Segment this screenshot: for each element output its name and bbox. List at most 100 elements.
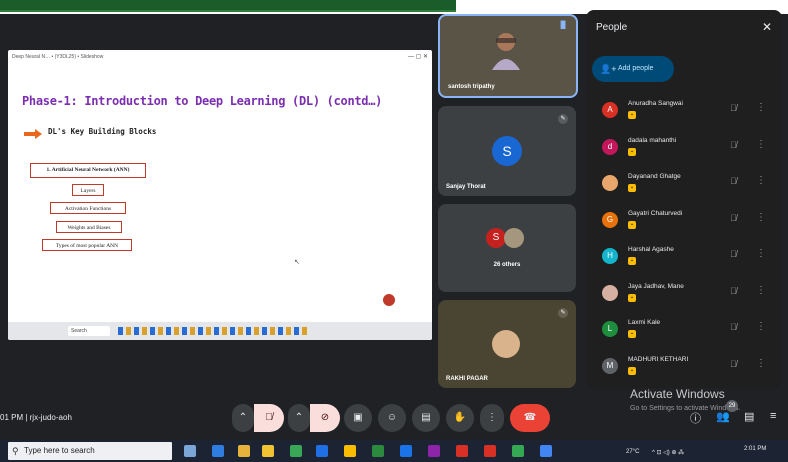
add-people-label: Add people (618, 65, 654, 72)
weights-box: Weights and Biases (56, 221, 122, 233)
chat-icon[interactable]: ▤ (744, 410, 754, 423)
participant-badge: ▪ (628, 147, 636, 156)
types-box: Types of most popular ANN (42, 239, 132, 251)
more-vert-icon[interactable]: ⋮ (756, 248, 766, 259)
avatar: H (602, 248, 618, 264)
video-tile-speaker[interactable]: ▐▌ santosh tripathy (438, 14, 578, 98)
chrome-icon[interactable] (238, 445, 250, 457)
participant-row[interactable]: d dadala mahanthi ▪ 🎙̸ ⋮ (592, 131, 776, 168)
captions-button[interactable]: ▣ (344, 404, 372, 432)
leave-call-button[interactable]: ☎ (510, 404, 550, 432)
system-tray-icons[interactable]: ^ ⊡ ◁) ⊕ ⁂ (652, 449, 684, 456)
mic-off-icon[interactable]: 🎙̸ (730, 359, 737, 369)
mic-off-icon[interactable]: 🎙̸ (730, 286, 737, 296)
participant-count-badge: 29 (726, 400, 738, 412)
participant-row[interactable]: Dayanand Ghatge ▪ 🎙̸ ⋮ (592, 167, 776, 204)
present-button[interactable]: ▤ (412, 404, 440, 432)
app-icon[interactable] (316, 445, 328, 457)
video-tile-4[interactable]: ✎ RAKHI PAGAR (438, 300, 576, 388)
camera-toggle-button[interactable]: ⊘ (310, 404, 340, 432)
task-view-icon[interactable] (184, 445, 196, 457)
edge-icon[interactable] (212, 445, 224, 457)
raise-hand-button[interactable]: ✋ (446, 404, 474, 432)
ann-box: 1. Artificial Neural Network (ANN) (30, 163, 146, 178)
app-icon[interactable] (290, 445, 302, 457)
avatar (602, 175, 618, 191)
mic-off-icon[interactable]: 🎙̸ (730, 249, 737, 259)
participant-badge: ▪ (628, 293, 636, 302)
app-icon[interactable] (484, 445, 496, 457)
taskbar-search[interactable]: ⚲ Type here to search (8, 442, 172, 460)
slide-subheading: DL's Key Building Blocks (48, 127, 157, 136)
more-vert-icon[interactable]: ⋮ (756, 212, 766, 223)
avatar (602, 284, 618, 301)
participant-name: Laxmi Kale (628, 319, 661, 326)
app-icon[interactable] (512, 445, 524, 457)
app-icon[interactable] (428, 445, 440, 457)
more-vert-icon[interactable]: ⋮ (756, 321, 766, 332)
arrow-icon (24, 129, 42, 139)
taskbar-search-placeholder: Type here to search (24, 446, 95, 455)
people-icon[interactable]: 👥 (716, 410, 730, 423)
participant-badge: ▪ (628, 220, 636, 229)
panel-title: People (596, 22, 628, 33)
activate-windows-title: Activate Windows (630, 387, 725, 401)
participant-badge: ▪ (628, 184, 636, 192)
tile-name: RAKHI PAGAR (446, 376, 488, 382)
more-vert-icon[interactable]: ⋮ (756, 139, 766, 150)
app-icon[interactable] (456, 445, 468, 457)
more-vert-icon[interactable]: ⋮ (756, 175, 766, 186)
file-explorer-icon[interactable] (262, 445, 274, 457)
app-icon[interactable] (400, 445, 412, 457)
more-vert-icon[interactable]: ⋮ (756, 102, 766, 113)
avatar (492, 330, 520, 358)
participant-row[interactable]: M MADHURI KETHARI ▪ 🎙̸ ⋮ (592, 350, 776, 387)
mic-off-icon[interactable]: 🎙̸ (730, 176, 737, 186)
participant-row[interactable]: L Laxmi Kale ▪ 🎙̸ ⋮ (592, 313, 776, 350)
mic-off-icon[interactable]: 🎙̸ (730, 140, 737, 150)
weather-text[interactable]: 27°C (626, 449, 639, 455)
participant-row[interactable]: G Gayatri Chaturvedi ▪ 🎙̸ ⋮ (592, 204, 776, 241)
avatar (504, 228, 524, 248)
title-strip (0, 0, 456, 12)
activities-icon[interactable]: ≡ (770, 410, 776, 422)
participant-badge: ▪ (628, 366, 636, 375)
speaking-indicator-icon: ▐▌ (558, 22, 568, 29)
more-options-button[interactable]: ⋮ (480, 404, 504, 432)
add-people-button[interactable]: 👤+ Add people (592, 56, 674, 82)
participant-badge: ▪ (628, 111, 636, 119)
camera-options-button[interactable]: ⌃ (288, 404, 310, 432)
close-icon[interactable]: ✕ (762, 20, 772, 34)
video-tile-2[interactable]: ✎ S Sanjay Thorat (438, 106, 576, 196)
clock[interactable]: 2:01 PM (744, 446, 766, 452)
mic-off-icon[interactable]: 🎙̸ (730, 103, 737, 113)
more-vert-icon[interactable]: ⋮ (756, 285, 766, 296)
avatar: M (602, 357, 618, 374)
mouse-cursor-icon: ↖ (294, 259, 300, 266)
mic-off-icon[interactable]: 🎙̸ (730, 322, 737, 332)
video-tile-others[interactable]: S 26 others (438, 204, 576, 292)
avatar: G (602, 211, 618, 228)
others-count: 26 others (493, 262, 521, 268)
participant-row[interactable]: A Anuradha Sangwai ▪ 🎙̸ ⋮ (592, 94, 776, 131)
app-icon[interactable] (540, 445, 552, 457)
participant-row[interactable]: Jaya Jadhav, Mane ▪ 🎙̸ ⋮ (592, 277, 776, 314)
app-icon[interactable] (372, 445, 384, 457)
mic-toggle-button[interactable]: 🎙̸ (254, 404, 284, 432)
activation-box: Activation Functions (50, 202, 126, 214)
shared-window-controls: — ▢ ✕ (407, 54, 428, 60)
avatar: L (602, 321, 618, 337)
app-icon[interactable] (344, 445, 356, 457)
shared-screen: Deep Neural N… • (Y3DL25) • Slideshow — … (8, 50, 432, 340)
participant-row[interactable]: H Harshal Agashe ▪ 🎙̸ ⋮ (592, 240, 776, 277)
shared-search: Search (68, 326, 110, 336)
emoji-button[interactable]: ☺ (378, 404, 406, 432)
participant-name: Anuradha Sangwai (628, 100, 683, 107)
add-person-icon: 👤+ (600, 64, 617, 74)
speaker-video (492, 33, 520, 70)
more-vert-icon[interactable]: ⋮ (756, 358, 766, 369)
mic-options-button[interactable]: ⌃ (232, 404, 254, 432)
info-icon[interactable]: ⓘ (690, 410, 701, 426)
avatar: S (486, 228, 506, 248)
mic-off-icon[interactable]: 🎙̸ (730, 213, 737, 223)
